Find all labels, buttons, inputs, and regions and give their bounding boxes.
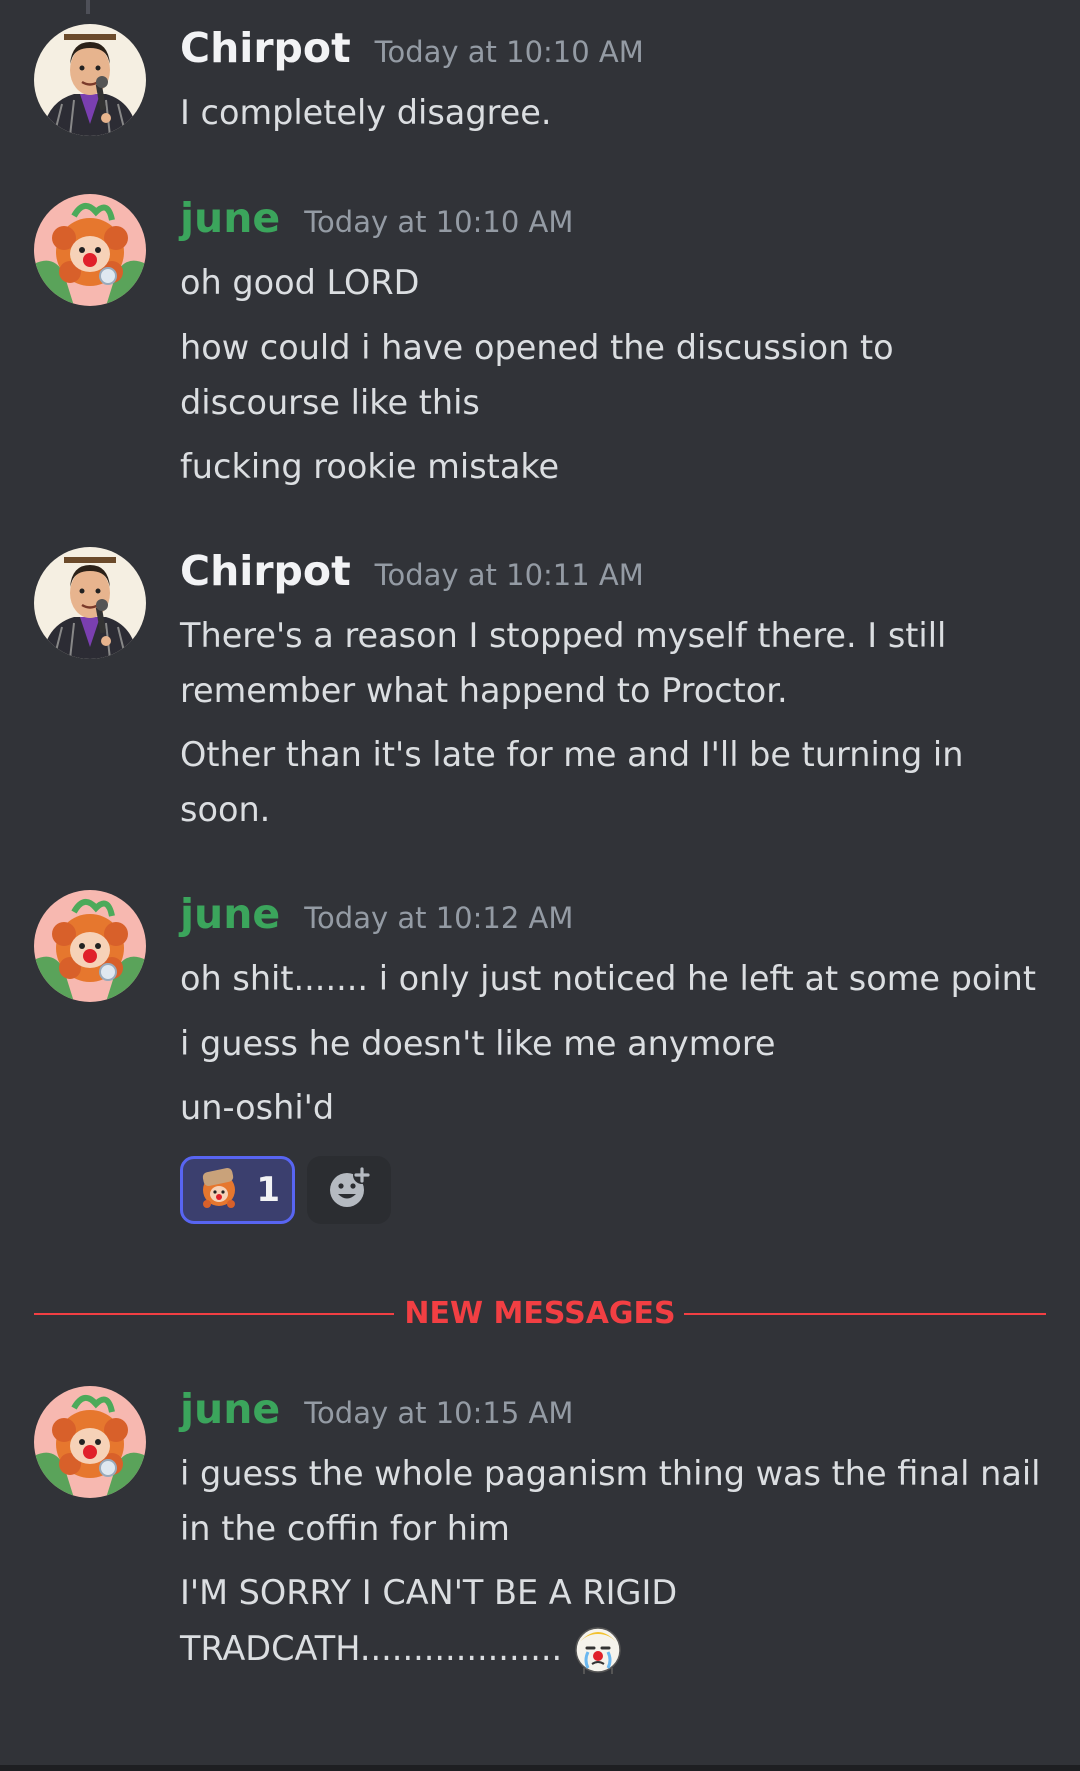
reaction-button[interactable]: 1 bbox=[180, 1156, 295, 1224]
message-text: remember what happend to Proctor. bbox=[180, 671, 788, 710]
message-text: un-oshi'd bbox=[180, 1088, 335, 1127]
username[interactable]: Chirpot bbox=[180, 24, 351, 72]
message-text: TRADCATH................... bbox=[180, 1628, 563, 1668]
timestamp[interactable]: Today at 10:15 AM bbox=[304, 1396, 573, 1430]
message-header: Chirpot Today at 10:10 AM bbox=[180, 24, 644, 72]
message-text: in the coffin for him bbox=[180, 1509, 510, 1548]
username[interactable]: june bbox=[180, 890, 280, 938]
message-text: oh good LORD bbox=[180, 263, 420, 302]
crying-clown-emoji-icon bbox=[570, 1620, 626, 1676]
new-messages-divider: NEW MESSAGES bbox=[34, 1296, 1046, 1332]
message-text: how could i have opened the discussion t… bbox=[180, 328, 894, 367]
add-reaction-icon bbox=[325, 1164, 373, 1216]
reactions-bar: 1 bbox=[180, 1156, 391, 1224]
message-text: There's a reason I stopped myself there.… bbox=[180, 616, 947, 655]
timestamp[interactable]: Today at 10:11 AM bbox=[375, 558, 644, 592]
message-text: i guess the whole paganism thing was the… bbox=[180, 1454, 1041, 1493]
message-text: I completely disagree. bbox=[180, 93, 552, 132]
message-text: fucking rookie mistake bbox=[180, 447, 560, 486]
message-header: june Today at 10:10 AM bbox=[180, 194, 573, 242]
message-text: i guess he doesn't like me anymore bbox=[180, 1024, 776, 1063]
add-reaction-button[interactable] bbox=[307, 1156, 391, 1224]
june-custom-emoji-icon bbox=[197, 1166, 241, 1214]
june-avatar[interactable] bbox=[34, 1386, 146, 1498]
thread-line bbox=[86, 0, 90, 14]
message-text-with-emoji: TRADCATH................... bbox=[180, 1620, 1060, 1676]
message-header: june Today at 10:15 AM bbox=[180, 1385, 573, 1433]
username[interactable]: Chirpot bbox=[180, 547, 351, 595]
username[interactable]: june bbox=[180, 194, 280, 242]
timestamp[interactable]: Today at 10:10 AM bbox=[304, 205, 573, 239]
bottom-edge bbox=[0, 1765, 1080, 1771]
message-header: june Today at 10:12 AM bbox=[180, 890, 573, 938]
message-text: Other than it's late for me and I'll be … bbox=[180, 735, 964, 774]
june-avatar[interactable] bbox=[34, 890, 146, 1002]
reaction-count: 1 bbox=[256, 1170, 280, 1210]
june-avatar[interactable] bbox=[34, 194, 146, 306]
timestamp[interactable]: Today at 10:10 AM bbox=[375, 35, 644, 69]
timestamp[interactable]: Today at 10:12 AM bbox=[304, 901, 573, 935]
message-header: Chirpot Today at 10:11 AM bbox=[180, 547, 644, 595]
username[interactable]: june bbox=[180, 1385, 280, 1433]
new-messages-label: NEW MESSAGES bbox=[404, 1296, 676, 1331]
message-text: I'M SORRY I CAN'T BE A RIGID bbox=[180, 1573, 678, 1612]
message-text: discourse like this bbox=[180, 383, 480, 422]
chirpot-avatar[interactable] bbox=[34, 547, 146, 659]
message-text: soon. bbox=[180, 790, 271, 829]
message-text: oh shit....... i only just noticed he le… bbox=[180, 959, 1037, 998]
chirpot-avatar[interactable] bbox=[34, 24, 146, 136]
